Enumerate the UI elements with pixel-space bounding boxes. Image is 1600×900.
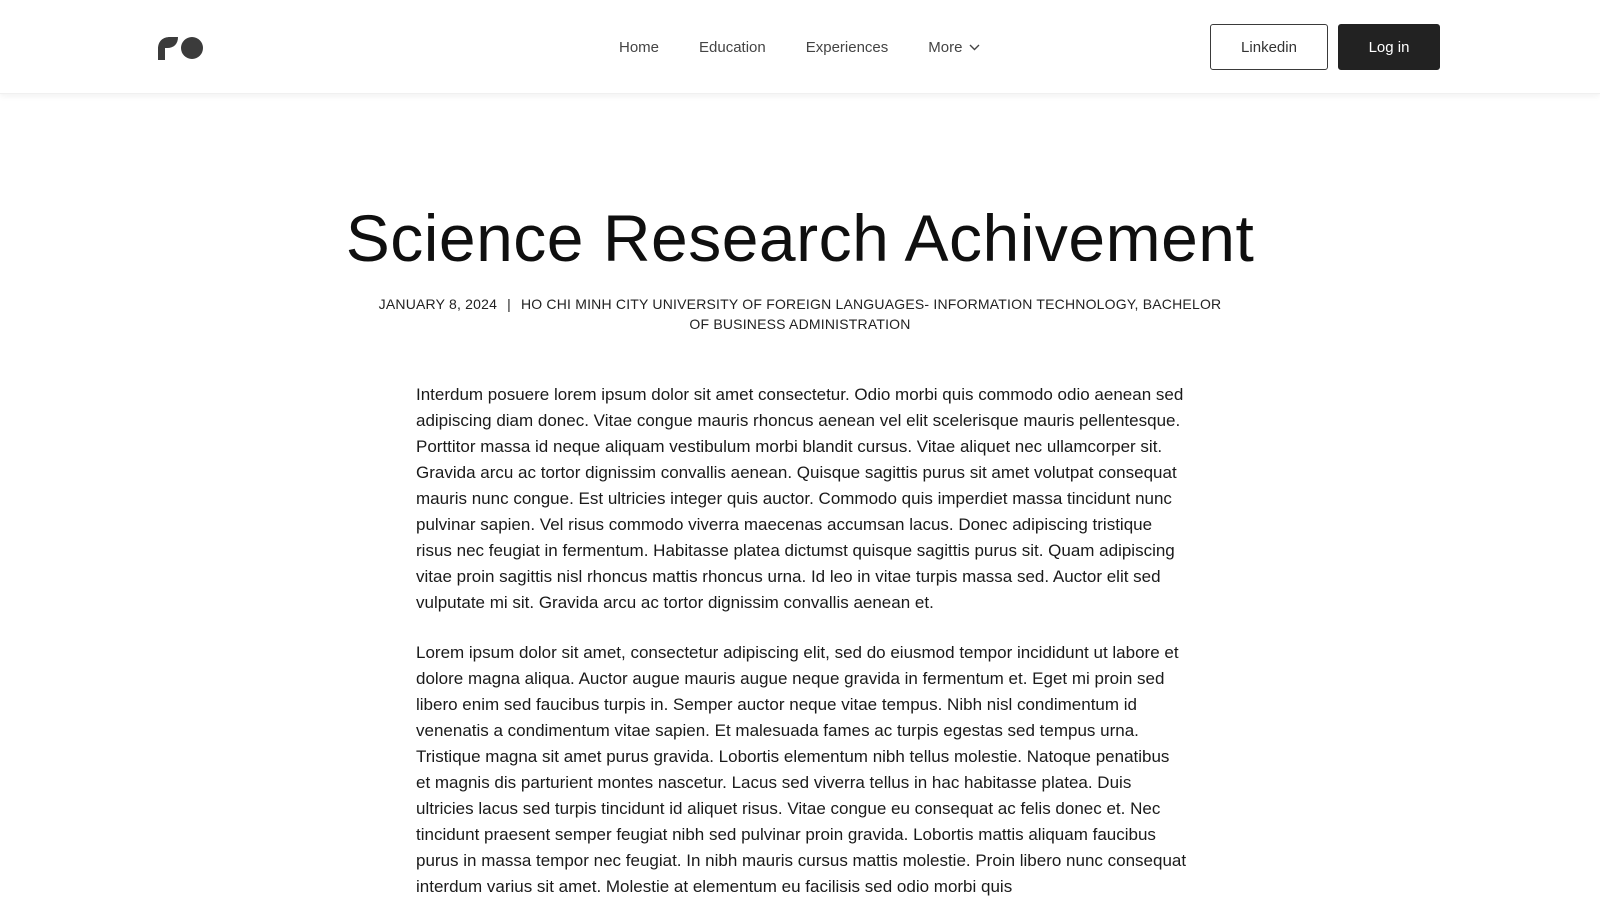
nav-education[interactable]: Education: [699, 39, 766, 56]
nav-home[interactable]: Home: [619, 39, 659, 56]
page-title: Science Research Achivement: [345, 201, 1255, 275]
nav-home-label: Home: [619, 38, 660, 56]
nav-more-label: More: [928, 38, 963, 56]
linkedin-button-label: Linkedin: [1241, 38, 1297, 56]
top-navbar: Home Education Experiences More Linkedin…: [0, 0, 1600, 94]
article-paragraph: Lorem ipsum dolor sit amet, consectetur …: [416, 643, 1187, 896]
login-button[interactable]: Log in: [1338, 24, 1440, 70]
post-category: HO CHI MINH CITY UNIVERSITY OF FOREIGN L…: [520, 296, 1222, 332]
article-paragraph: Interdum posuere lorem ipsum dolor sit a…: [416, 385, 1184, 612]
chevron-down-icon: [969, 44, 980, 50]
linkedin-button[interactable]: Linkedin: [1210, 24, 1328, 70]
nav-experiences-label: Experiences: [805, 38, 889, 56]
post-date: JANUARY 8, 2024: [378, 296, 498, 312]
meta-separator: |: [507, 296, 511, 312]
brand-logo-icon[interactable]: [158, 36, 204, 60]
nav-more-dropdown[interactable]: More: [928, 39, 980, 56]
nav-experiences[interactable]: Experiences: [806, 39, 889, 56]
post-meta: JANUARY 8, 2024 | HO CHI MINH CITY UNIVERS…: [370, 294, 1230, 334]
login-button-label: Log in: [1368, 38, 1410, 56]
main-nav: Home Education Experiences More: [619, 0, 980, 94]
article-body: Interdum posuere lorem ipsum dolor sit a…: [416, 382, 1188, 900]
nav-education-label: Education: [699, 38, 766, 56]
